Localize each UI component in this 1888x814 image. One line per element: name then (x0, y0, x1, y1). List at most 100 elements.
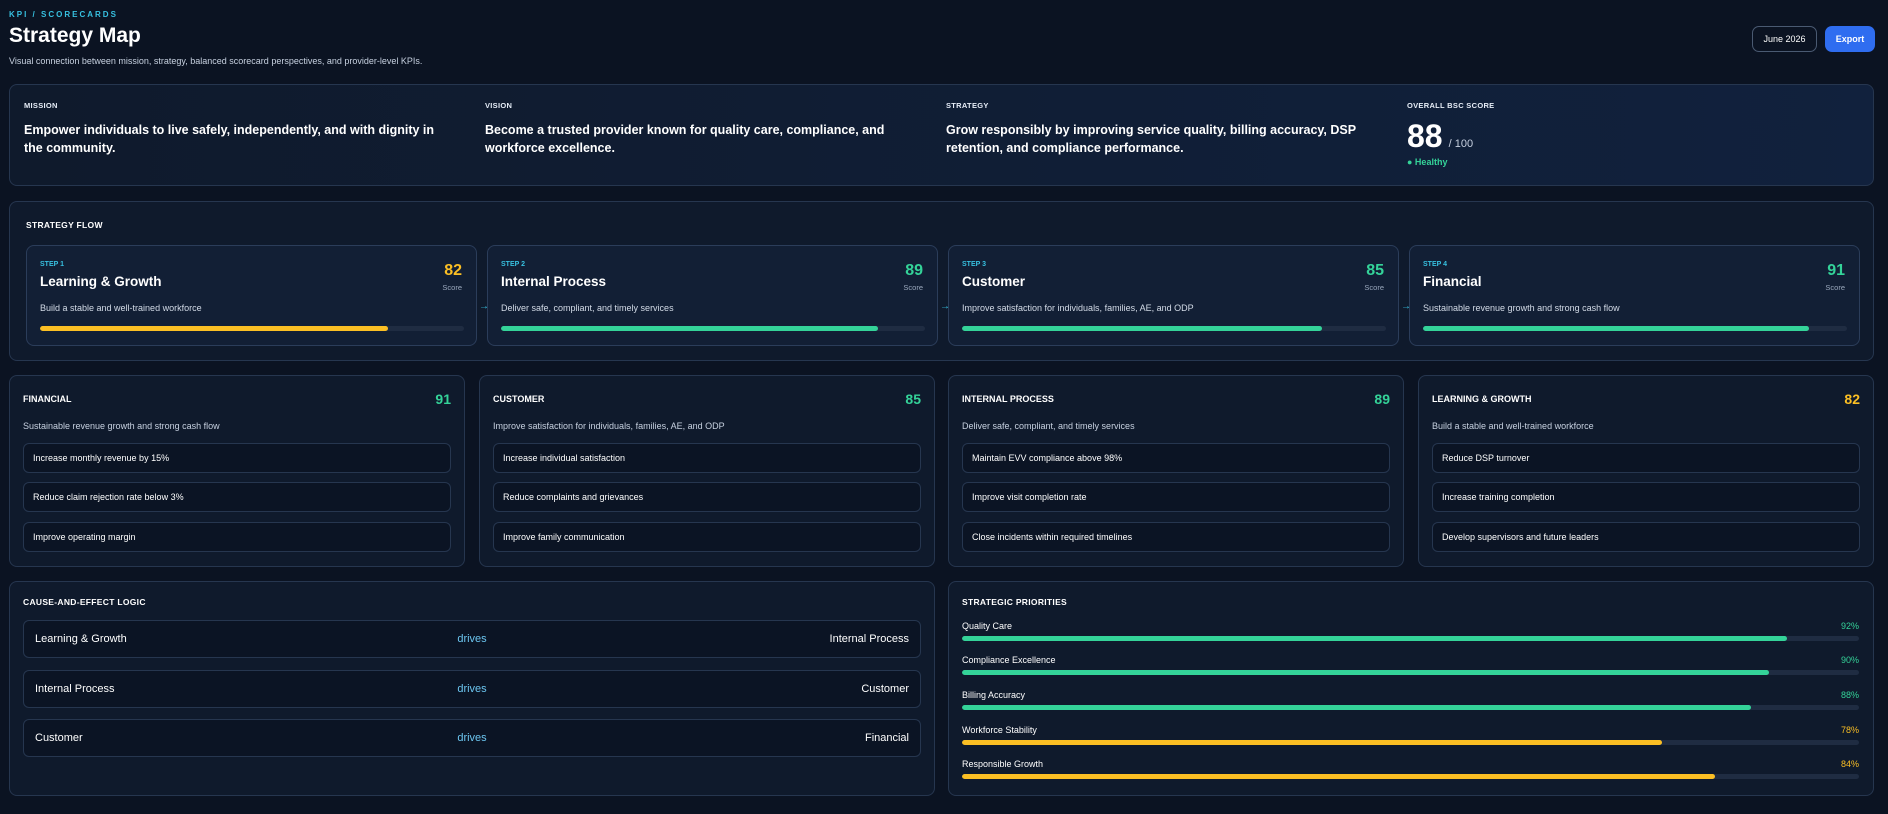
step-progress-fill (501, 326, 879, 331)
step-name: Financial (1423, 274, 1482, 289)
flow-step-financial[interactable]: STEP 4 Financial 91 Score Sustainable re… (1409, 245, 1860, 346)
perspective-card-internal-process: INTERNAL PROCESS 89 Deliver safe, compli… (948, 375, 1404, 567)
objective-item[interactable]: Maintain EVV compliance above 98% (962, 443, 1390, 473)
step-tag: STEP 3 (962, 261, 986, 268)
perspective-description: Build a stable and well-trained workforc… (1432, 421, 1594, 431)
flow-step-learning-growth[interactable]: STEP 1 Learning & Growth 82 Score Build … (26, 245, 477, 346)
step-name: Internal Process (501, 274, 607, 289)
export-button[interactable]: Export (1825, 26, 1875, 52)
mission-block: MISSION Empower individuals to live safe… (24, 101, 444, 157)
priority-progress-track (962, 636, 1859, 641)
perspective-card-customer: CUSTOMER 85 Improve satisfaction for ind… (479, 375, 935, 567)
objective-item[interactable]: Develop supervisors and future leaders (1432, 522, 1860, 552)
strategic-priorities-panel: STRATEGIC PRIORITIES Quality Care 92% Co… (948, 581, 1874, 796)
step-description: Improve satisfaction for individuals, fa… (962, 303, 1194, 313)
perspective-score: 82 (1844, 391, 1860, 407)
mission-text: Empower individuals to live safely, inde… (24, 123, 435, 155)
priority-percent: 84% (1840, 759, 1859, 769)
cause-verb: drives (457, 683, 487, 695)
objective-item[interactable]: Increase training completion (1432, 482, 1860, 512)
flow-step-customer[interactable]: STEP 3 Customer 85 Score Improve satisfa… (948, 245, 1399, 346)
perspective-card-learning-growth: LEARNING & GROWTH 82 Build a stable and … (1418, 375, 1874, 567)
priority-name: Quality Care (962, 621, 1013, 631)
priority-name: Workforce Stability (962, 725, 1037, 735)
strategy-flow-label: STRATEGY FLOW (26, 220, 103, 230)
cause-verb: drives (457, 633, 487, 645)
objective-item[interactable]: Reduce complaints and grievances (493, 482, 921, 512)
perspective-title: INTERNAL PROCESS (962, 394, 1054, 404)
overall-score-value: 88 (1407, 118, 1443, 154)
cause-effect-row: Customer drives Financial (23, 719, 921, 757)
step-progress-track (40, 326, 464, 331)
perspective-score: 89 (1374, 391, 1390, 407)
perspective-card-financial: FINANCIAL 91 Sustainable revenue growth … (9, 375, 465, 567)
objective-item[interactable]: Reduce claim rejection rate below 3% (23, 482, 451, 512)
priority-percent: 90% (1840, 655, 1859, 665)
step-score-label: Score (1825, 283, 1845, 292)
step-name: Customer (962, 274, 1026, 289)
page-subtitle: Visual connection between mission, strat… (9, 56, 423, 66)
mission-label: MISSION (24, 101, 58, 110)
strategic-priorities-label: STRATEGIC PRIORITIES (962, 597, 1068, 607)
cause-effect-panel: CAUSE-AND-EFFECT LOGIC Learning & Growth… (9, 581, 935, 796)
step-score-label: Score (1364, 283, 1384, 292)
perspective-score: 91 (435, 391, 451, 407)
priority-name: Compliance Excellence (962, 655, 1056, 665)
overall-score-label: OVERALL BSC SCORE (1407, 101, 1495, 110)
step-name: Learning & Growth (40, 274, 162, 289)
strategy-label: STRATEGY (946, 101, 989, 110)
perspective-title: LEARNING & GROWTH (1432, 394, 1532, 404)
priority-progress-track (962, 670, 1859, 675)
priority-name: Billing Accuracy (962, 690, 1026, 700)
priority-progress-fill (962, 670, 1770, 675)
vision-text: Become a trusted provider known for qual… (485, 123, 885, 155)
step-description: Build a stable and well-trained workforc… (40, 303, 202, 313)
step-score: 91 (1827, 262, 1845, 279)
cause-verb: drives (457, 732, 487, 744)
priority-percent: 88% (1840, 690, 1859, 700)
priority-progress-track (962, 705, 1859, 710)
step-progress-fill (40, 326, 388, 331)
objective-item[interactable]: Reduce DSP turnover (1432, 443, 1860, 473)
step-score-label: Score (442, 283, 462, 292)
perspective-score: 85 (905, 391, 921, 407)
mission-panel: MISSION Empower individuals to live safe… (9, 84, 1874, 186)
overall-score-max: / 100 (1448, 138, 1474, 150)
step-score: 82 (444, 262, 462, 279)
date-selector-button[interactable]: June 2026 (1752, 26, 1817, 52)
objective-item[interactable]: Increase monthly revenue by 15% (23, 443, 451, 473)
step-tag: STEP 4 (1423, 261, 1447, 268)
objective-item[interactable]: Close incidents within required timeline… (962, 522, 1390, 552)
priority-progress-fill (962, 636, 1788, 641)
priority-percent: 92% (1840, 621, 1859, 631)
step-progress-fill (962, 326, 1323, 331)
priority-progress-fill (962, 774, 1716, 779)
perspective-title: FINANCIAL (23, 394, 72, 404)
objective-item[interactable]: Increase individual satisfaction (493, 443, 921, 473)
cause-to: Customer (861, 683, 909, 695)
step-progress-track (501, 326, 925, 331)
strategy-block: STRATEGY Grow responsibly by improving s… (946, 101, 1386, 157)
step-description: Sustainable revenue growth and strong ca… (1423, 303, 1620, 313)
step-progress-track (1423, 326, 1847, 331)
objective-item[interactable]: Improve visit completion rate (962, 482, 1390, 512)
status-badge: ● Healthy (1407, 157, 1448, 167)
perspective-title: CUSTOMER (493, 394, 545, 404)
objective-item[interactable]: Improve operating margin (23, 522, 451, 552)
priority-name: Responsible Growth (962, 759, 1044, 769)
perspective-description: Improve satisfaction for individuals, fa… (493, 421, 725, 431)
vision-label: VISION (485, 101, 513, 110)
page-title: Strategy Map (9, 24, 141, 47)
step-tag: STEP 2 (501, 261, 525, 268)
flow-step-internal-process[interactable]: STEP 2 Internal Process 89 Score Deliver… (487, 245, 938, 346)
step-score: 89 (905, 262, 923, 279)
priority-percent: 78% (1840, 725, 1859, 735)
breadcrumb: KPI / SCORECARDS (9, 10, 118, 19)
priority-progress-track (962, 774, 1859, 779)
objective-item[interactable]: Improve family communication (493, 522, 921, 552)
step-progress-track (962, 326, 1386, 331)
cause-effect-row: Internal Process drives Customer (23, 670, 921, 708)
perspective-description: Deliver safe, compliant, and timely serv… (962, 421, 1135, 431)
cause-effect-label: CAUSE-AND-EFFECT LOGIC (23, 597, 146, 607)
strategy-flow-panel: STRATEGY FLOW STEP 1 Learning & Growth 8… (9, 201, 1874, 361)
